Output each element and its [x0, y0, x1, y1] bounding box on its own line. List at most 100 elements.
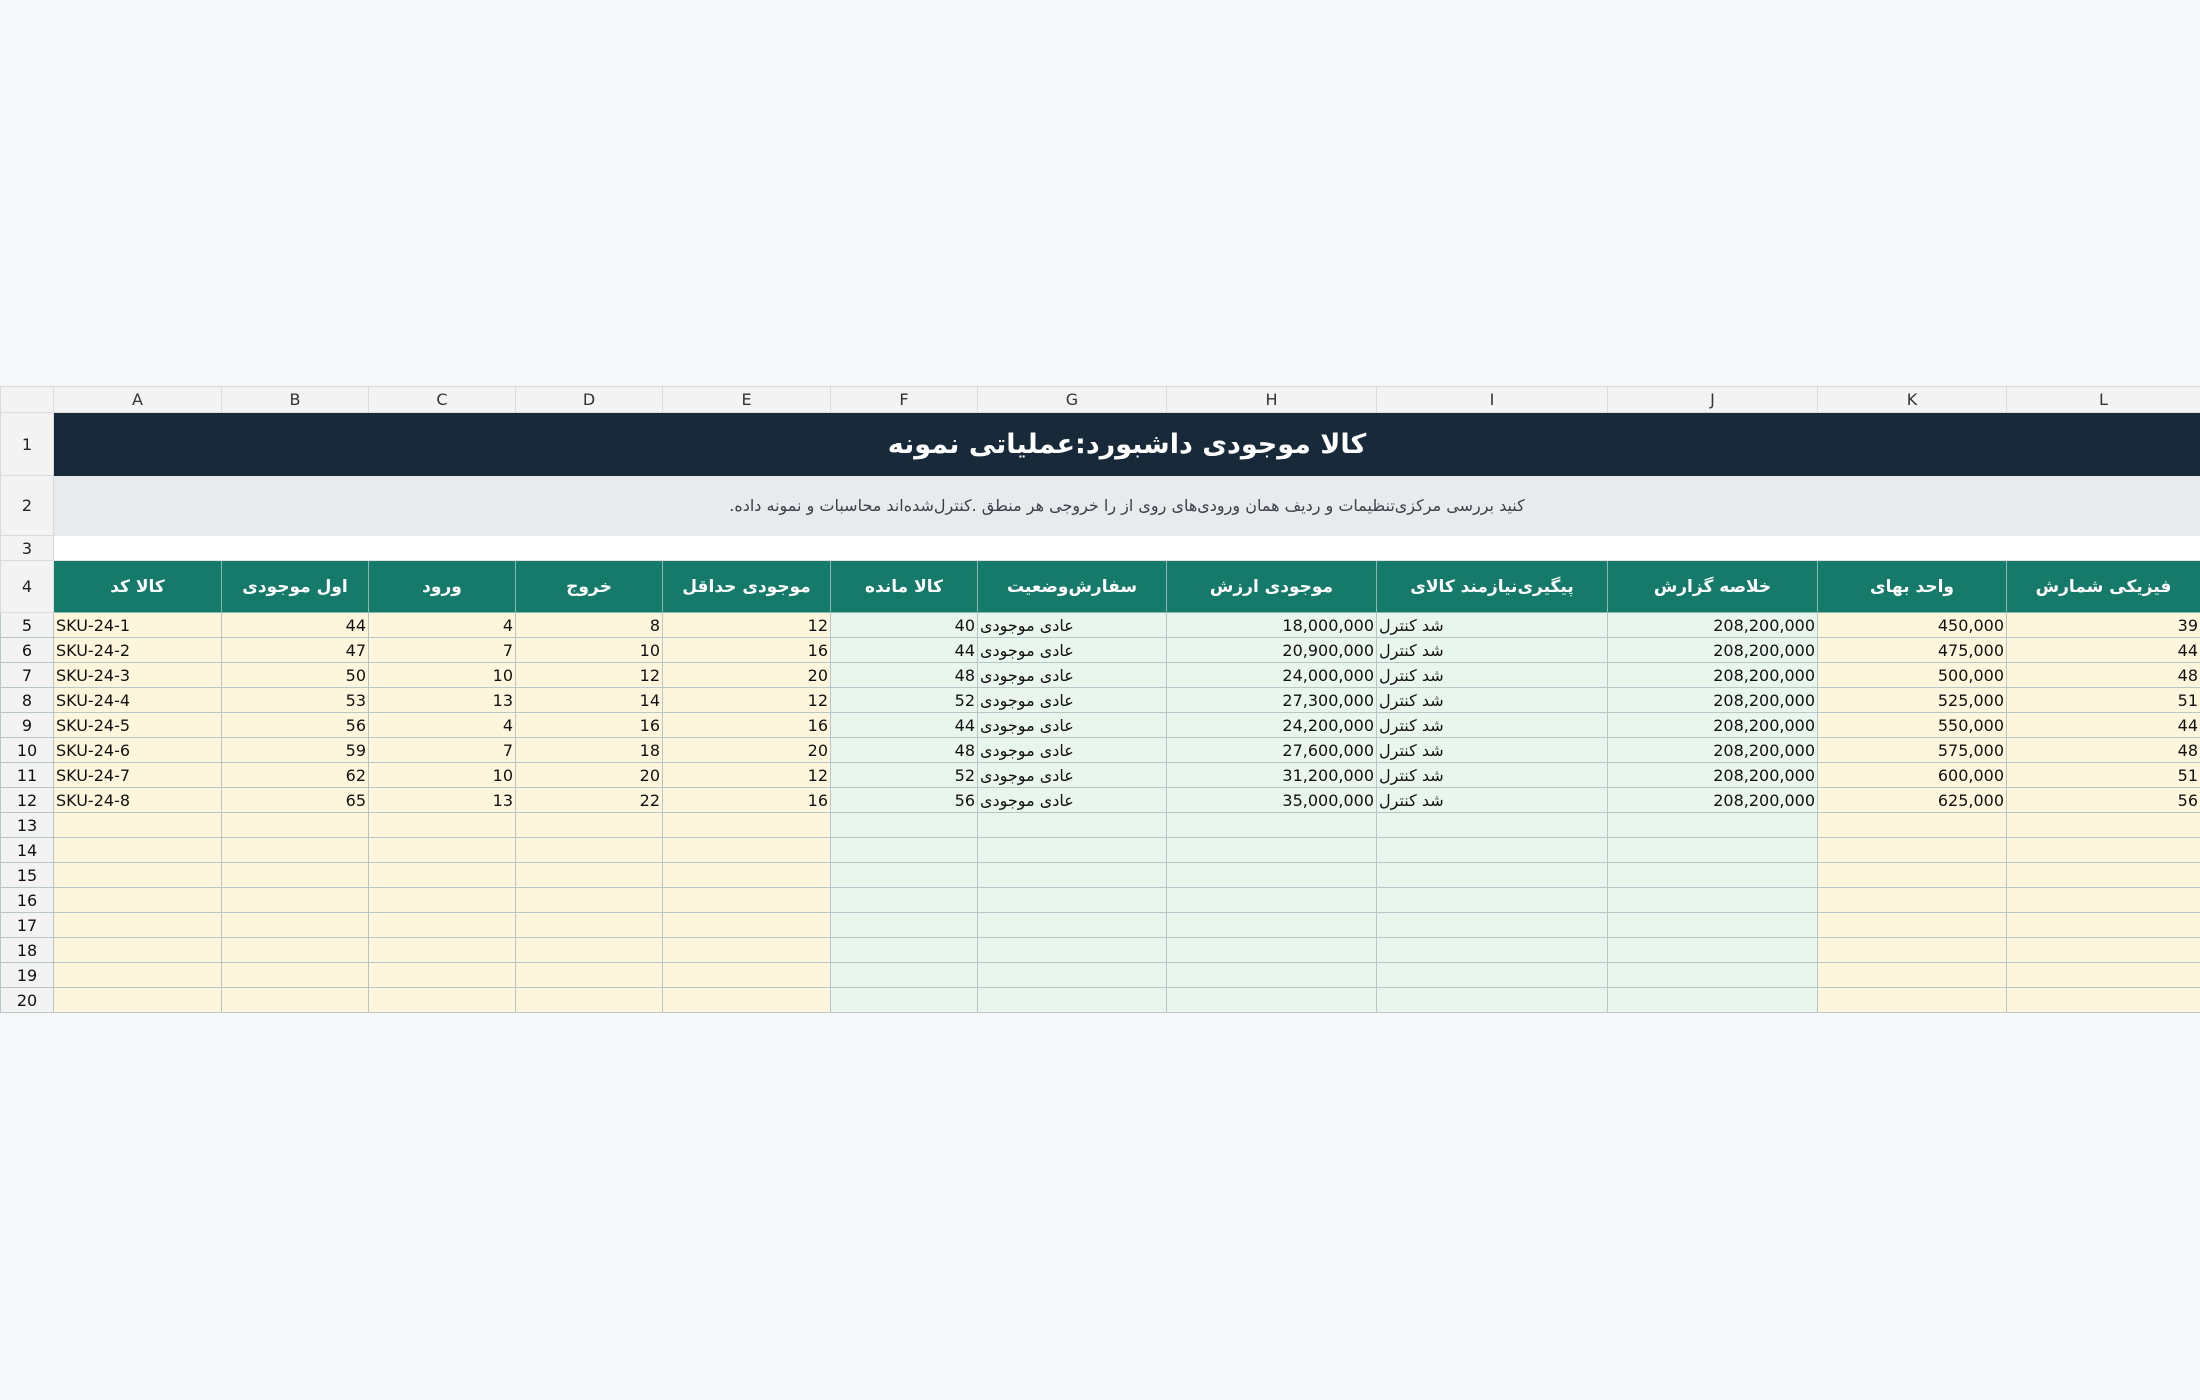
- cell-min-stock[interactable]: 20: [662, 662, 831, 688]
- cell-min-stock[interactable]: 16: [662, 787, 831, 813]
- cell-sku[interactable]: SKU-24-2: [53, 637, 222, 663]
- cell-stock-value[interactable]: [1166, 912, 1377, 938]
- cell-sku[interactable]: SKU-24-3: [53, 662, 222, 688]
- cell-followup[interactable]: [1376, 987, 1608, 1013]
- cell-outgoing[interactable]: [515, 962, 663, 988]
- row-number[interactable]: 12: [0, 787, 54, 813]
- cell-physical-count[interactable]: [2006, 912, 2200, 938]
- cell-remaining[interactable]: 44: [830, 637, 978, 663]
- cell-opening-stock[interactable]: [221, 887, 369, 913]
- cell-remaining[interactable]: [830, 837, 978, 863]
- row-number[interactable]: 1: [0, 412, 54, 476]
- cell-opening-stock[interactable]: 59: [221, 737, 369, 763]
- cell-opening-stock[interactable]: [221, 912, 369, 938]
- cell-order-status[interactable]: [977, 937, 1167, 963]
- cell-order-status[interactable]: عادی موجودی: [977, 712, 1167, 738]
- cell-followup[interactable]: شد کنترل: [1376, 762, 1608, 788]
- cell-order-status[interactable]: [977, 912, 1167, 938]
- cell-stock-value[interactable]: [1166, 862, 1377, 888]
- cell-opening-stock[interactable]: [221, 987, 369, 1013]
- cell-followup[interactable]: [1376, 862, 1608, 888]
- cell-remaining[interactable]: 52: [830, 687, 978, 713]
- header-cell-stock-value[interactable]: موجودی ارزش: [1166, 560, 1377, 613]
- cell-stock-value[interactable]: 31,200,000: [1166, 762, 1377, 788]
- cell-remaining[interactable]: [830, 962, 978, 988]
- row-number[interactable]: 15: [0, 862, 54, 888]
- cell-opening-stock[interactable]: 50: [221, 662, 369, 688]
- cell-physical-count[interactable]: [2006, 862, 2200, 888]
- column-header-j[interactable]: J: [1607, 386, 1818, 413]
- cell-unit-price[interactable]: [1817, 962, 2007, 988]
- cell-physical-count[interactable]: [2006, 962, 2200, 988]
- header-cell-order-status[interactable]: سفارش‌وضعیت: [977, 560, 1167, 613]
- cell-unit-price[interactable]: 575,000: [1817, 737, 2007, 763]
- cell-physical-count[interactable]: 56: [2006, 787, 2200, 813]
- cell-stock-value[interactable]: [1166, 987, 1377, 1013]
- cell-report-summary[interactable]: [1607, 962, 1818, 988]
- cell-stock-value[interactable]: 27,300,000: [1166, 687, 1377, 713]
- cell-min-stock[interactable]: [662, 862, 831, 888]
- cell-report-summary[interactable]: 208,200,000: [1607, 787, 1818, 813]
- cell-min-stock[interactable]: [662, 837, 831, 863]
- cell-opening-stock[interactable]: 44: [221, 612, 369, 638]
- cell-stock-value[interactable]: 20,900,000: [1166, 637, 1377, 663]
- cell-physical-count[interactable]: [2006, 987, 2200, 1013]
- cell-incoming[interactable]: [368, 912, 516, 938]
- cell-opening-stock[interactable]: [221, 937, 369, 963]
- cell-order-status[interactable]: عادی موجودی: [977, 612, 1167, 638]
- column-header-d[interactable]: D: [515, 386, 663, 413]
- row-number[interactable]: 17: [0, 912, 54, 938]
- cell-followup[interactable]: [1376, 837, 1608, 863]
- header-cell-unit-price[interactable]: واحد بهای: [1817, 560, 2007, 613]
- cell-opening-stock[interactable]: 65: [221, 787, 369, 813]
- cell-opening-stock[interactable]: 56: [221, 712, 369, 738]
- cell-physical-count[interactable]: [2006, 837, 2200, 863]
- cell-unit-price[interactable]: [1817, 837, 2007, 863]
- cell-sku[interactable]: SKU-24-5: [53, 712, 222, 738]
- cell-min-stock[interactable]: 16: [662, 637, 831, 663]
- cell-followup[interactable]: شد کنترل: [1376, 612, 1608, 638]
- cell-report-summary[interactable]: 208,200,000: [1607, 637, 1818, 663]
- cell-min-stock[interactable]: [662, 912, 831, 938]
- cell-stock-value[interactable]: 27,600,000: [1166, 737, 1377, 763]
- row-number[interactable]: 9: [0, 712, 54, 738]
- cell-report-summary[interactable]: [1607, 937, 1818, 963]
- cell-opening-stock[interactable]: 47: [221, 637, 369, 663]
- cell-unit-price[interactable]: [1817, 862, 2007, 888]
- cell-min-stock[interactable]: [662, 962, 831, 988]
- cell-remaining[interactable]: 52: [830, 762, 978, 788]
- column-header-c[interactable]: C: [368, 386, 516, 413]
- column-header-f[interactable]: F: [830, 386, 978, 413]
- cell-incoming[interactable]: 10: [368, 662, 516, 688]
- cell-unit-price[interactable]: 475,000: [1817, 637, 2007, 663]
- cell-incoming[interactable]: [368, 962, 516, 988]
- cell-physical-count[interactable]: [2006, 812, 2200, 838]
- cell-outgoing[interactable]: 18: [515, 737, 663, 763]
- cell-min-stock[interactable]: 12: [662, 762, 831, 788]
- row-number[interactable]: 3: [0, 535, 54, 561]
- cell-followup[interactable]: [1376, 887, 1608, 913]
- cell-physical-count[interactable]: 48: [2006, 662, 2200, 688]
- cell-physical-count[interactable]: 48: [2006, 737, 2200, 763]
- sheet-subtitle-cell[interactable]: .کنید بررسی مرکزی‌تنظیمات و ردیف همان ور…: [53, 475, 2200, 536]
- row-number[interactable]: 4: [0, 560, 54, 613]
- cell-incoming[interactable]: [368, 862, 516, 888]
- column-header-k[interactable]: K: [1817, 386, 2007, 413]
- cell-min-stock[interactable]: [662, 812, 831, 838]
- cell-outgoing[interactable]: [515, 937, 663, 963]
- cell-sku[interactable]: SKU-24-8: [53, 787, 222, 813]
- cell-stock-value[interactable]: 18,000,000: [1166, 612, 1377, 638]
- cell-followup[interactable]: شد کنترل: [1376, 712, 1608, 738]
- cell-incoming[interactable]: [368, 837, 516, 863]
- cell-sku[interactable]: [53, 987, 222, 1013]
- cell-opening-stock[interactable]: [221, 837, 369, 863]
- cell-report-summary[interactable]: 208,200,000: [1607, 762, 1818, 788]
- cell-sku[interactable]: SKU-24-1: [53, 612, 222, 638]
- select-all-corner[interactable]: [0, 386, 54, 413]
- cell-incoming[interactable]: 13: [368, 787, 516, 813]
- cell-sku[interactable]: [53, 837, 222, 863]
- cell-physical-count[interactable]: [2006, 887, 2200, 913]
- cell-sku[interactable]: SKU-24-4: [53, 687, 222, 713]
- cell-followup[interactable]: [1376, 962, 1608, 988]
- header-cell-physical-count[interactable]: فیزیکی شمارش: [2006, 560, 2200, 613]
